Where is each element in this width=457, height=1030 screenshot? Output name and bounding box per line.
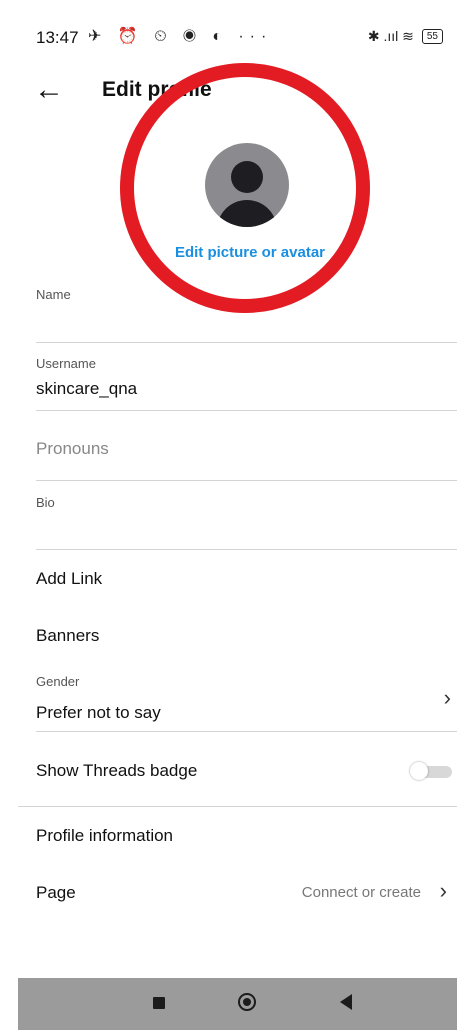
section-divider — [18, 806, 457, 807]
notification-icons: ✈ ⏰ ⏲ ◉ ◐ ··· — [88, 28, 273, 45]
edit-picture-link[interactable]: Edit picture or avatar — [0, 244, 457, 261]
avatar-head-shape — [231, 161, 263, 193]
page-row-label[interactable]: Page — [36, 883, 76, 903]
gender-label: Gender — [36, 674, 80, 689]
page-title: Edit profile — [102, 78, 212, 101]
add-link-button[interactable]: Add Link — [36, 569, 102, 589]
username-field[interactable]: skincare_qna — [36, 379, 137, 399]
threads-badge-toggle[interactable] — [410, 762, 452, 780]
signal-icons: ✱ .ııl ≋ — [367, 28, 414, 44]
home-icon[interactable] — [238, 993, 256, 1011]
bio-label: Bio — [36, 495, 55, 510]
status-time: 13:47 — [36, 28, 79, 47]
bio-divider — [36, 549, 457, 550]
pronouns-divider — [36, 480, 457, 481]
system-nav-bar — [18, 978, 457, 1030]
recents-icon[interactable] — [153, 997, 165, 1009]
app-bar: ← Edit profile — [18, 72, 457, 112]
gender-value[interactable]: Prefer not to say — [36, 703, 161, 723]
profile-information-label: Profile information — [36, 826, 174, 845]
status-right: ✱ .ııl ≋ 55 — [368, 28, 443, 45]
threads-badge-label: Show Threads badge — [36, 761, 198, 780]
back-triangle-icon[interactable] — [340, 994, 352, 1010]
battery-icon: 55 — [421, 29, 443, 44]
avatar-body-shape — [217, 200, 277, 227]
gender-chevron-icon[interactable]: › — [444, 685, 451, 711]
toggle-knob — [410, 762, 428, 780]
page-connect-link[interactable]: Connect or create — [302, 884, 421, 901]
page-chevron-icon[interactable]: › — [440, 878, 447, 904]
status-bar: 13:47 ✈ ⏰ ⏲ ◉ ◐ ··· ✱ .ııl ≋ 55 — [18, 20, 457, 56]
banners-button[interactable]: Banners — [36, 626, 99, 646]
gender-divider — [36, 731, 457, 732]
username-label: Username — [36, 356, 96, 371]
name-label: Name — [36, 287, 71, 302]
back-arrow-icon[interactable]: ← — [34, 74, 64, 106]
username-divider — [36, 410, 457, 411]
name-divider — [36, 342, 457, 343]
pronouns-field[interactable]: Pronouns — [36, 439, 109, 459]
avatar[interactable] — [205, 143, 289, 227]
